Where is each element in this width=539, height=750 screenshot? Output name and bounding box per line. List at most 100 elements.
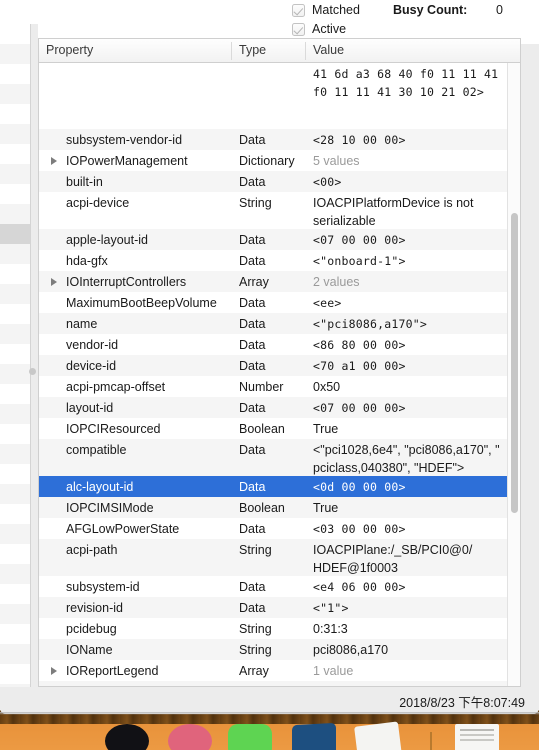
table-row[interactable]: vendor-id Data <86 80 00 00> [39,334,520,355]
pane-splitter[interactable] [31,24,38,687]
cell-property: subsystem-id [66,580,140,594]
cell-value: <"pci1028,6e4", "pci8086,a170", " pcicla… [313,443,500,475]
table-row[interactable]: IOPowerManagement Dictionary 5 values [39,150,520,171]
cell-type: Array [239,275,269,289]
tree-row[interactable] [0,564,30,584]
tree-row[interactable] [0,84,30,104]
table-row[interactable]: hda-gfx Data <"onboard-1"> [39,250,520,271]
table-row[interactable]: apple-layout-id Data <07 00 00 00> [39,229,520,250]
cell-property: IOName [66,643,113,657]
table-row[interactable]: subsystem-id Data <e4 06 00 00> [39,576,520,597]
tree-row[interactable] [0,324,30,344]
table-row[interactable]: IOName String pci8086,a170 [39,639,520,660]
cell-value: <07 00 00 00> [313,233,406,247]
table-row[interactable]: name Data <"pci8086,a170"> [39,313,520,334]
mail-icon[interactable] [292,722,336,750]
table-row[interactable]: MaximumBootBeepVolume Data <ee> [39,292,520,313]
table-row[interactable]: pcidebug String 0:31:3 [39,618,520,639]
disclosure-triangle-icon[interactable] [51,667,57,675]
cell-property: name [66,317,98,331]
messages-icon[interactable] [228,724,272,750]
maps-icon[interactable] [354,721,402,750]
tree-row[interactable] [0,524,30,544]
active-checkbox[interactable] [292,22,305,36]
tree-row[interactable] [0,624,30,644]
cell-value: IOACPIPlatformDevice is not serializable [313,196,474,228]
header-divider-2[interactable] [305,42,306,60]
disclosure-triangle-icon[interactable] [51,157,57,165]
table-row[interactable]: acpi-device String IOACPIPlatformDevice is… [39,192,520,229]
table-row[interactable]: IOInterruptControllers Array 2 values [39,271,520,292]
tree-row[interactable] [0,544,30,564]
tree-row[interactable] [0,344,30,364]
tree-row[interactable] [0,284,30,304]
tree-row[interactable] [0,424,30,444]
registry-tree-pane[interactable] [0,24,31,687]
tree-row[interactable] [0,364,30,384]
cell-value: <07 00 00 00> [313,401,406,415]
tree-row[interactable] [0,304,30,324]
cell-property: IOPCIMSIMode [66,501,154,515]
cell-value: <"onboard-1"> [313,254,406,268]
matched-checkbox[interactable] [292,3,305,17]
column-header-value[interactable]: Value [313,43,344,57]
tree-row[interactable] [0,44,30,64]
cell-value: pci8086,a170 [313,643,389,657]
table-row[interactable]: IOPCIResourced Boolean True [39,418,520,439]
table-row[interactable]: acpi-path String IOACPIPlane:/_SB/PCI0@0/ … [39,539,520,576]
tree-row[interactable] [0,444,30,464]
tree-row[interactable] [0,484,30,504]
cell-value: 0x50 [313,380,341,394]
column-header-property[interactable]: Property [46,43,93,57]
tree-row[interactable] [0,144,30,164]
table-row[interactable]: AFGLowPowerState Data <03 00 00 00> [39,518,520,539]
table-row[interactable]: built-in Data <00> [39,171,520,192]
tree-row[interactable] [0,104,30,124]
tree-row[interactable] [0,184,30,204]
vertical-scrollbar[interactable] [507,63,520,686]
tree-row[interactable] [0,24,30,44]
busy-count-label: Busy Count: [393,3,468,17]
cell-value: 0:31:3 [313,622,348,636]
disclosure-triangle-icon[interactable] [51,278,57,286]
tree-row[interactable] [0,64,30,84]
tree-row[interactable] [0,164,30,184]
document-icon[interactable] [455,724,499,750]
tree-row[interactable] [0,404,30,424]
tree-row[interactable] [0,244,30,264]
table-row[interactable]: IOPCIMSIMode Boolean True [39,497,520,518]
tree-row[interactable] [0,584,30,604]
table-row[interactable]: subsystem-vendor-id Data <28 10 00 00> [39,129,520,150]
table-row[interactable]: revision-id Data <"1"> [39,597,520,618]
tree-row[interactable] [0,124,30,144]
table-row[interactable]: device-id Data <70 a1 00 00> [39,355,520,376]
tree-row[interactable] [0,204,30,224]
tree-row[interactable] [0,644,30,664]
cell-type: Data [239,133,266,147]
cell-type: Data [239,359,266,373]
dock[interactable] [0,721,539,750]
table-row[interactable]: 41 6d a3 68 40 f0 11 11 41 f0 11 11 41 3… [39,63,520,129]
splitter-handle[interactable] [29,368,36,375]
active-checkbox-row[interactable]: Active [292,22,346,36]
scrollbar-thumb[interactable] [511,213,518,513]
tree-row[interactable] [0,224,30,244]
header-divider-1[interactable] [231,42,232,60]
cell-property: IOReportLegend [66,664,159,678]
table-row[interactable]: layout-id Data <07 00 00 00> [39,397,520,418]
table-row[interactable]: IOReportLegend Array 1 value [39,660,520,681]
column-header-type[interactable]: Type [239,43,266,57]
cell-type: Data [239,522,266,536]
tree-row[interactable] [0,664,30,684]
tree-row[interactable] [0,604,30,624]
launchpad-icon[interactable] [168,724,212,750]
tree-row[interactable] [0,264,30,284]
tree-row[interactable] [0,504,30,524]
table-row[interactable]: acpi-pmcap-offset Number 0x50 [39,376,520,397]
tree-row[interactable] [0,384,30,404]
table-row[interactable]: compatible Data <"pci1028,6e4", "pci8086,a… [39,439,520,476]
tree-row[interactable] [0,464,30,484]
matched-checkbox-row[interactable]: Matched [292,3,360,17]
table-row[interactable]: alc-layout-id Data <0d 00 00 00> [39,476,520,497]
finder-icon[interactable] [105,724,149,750]
